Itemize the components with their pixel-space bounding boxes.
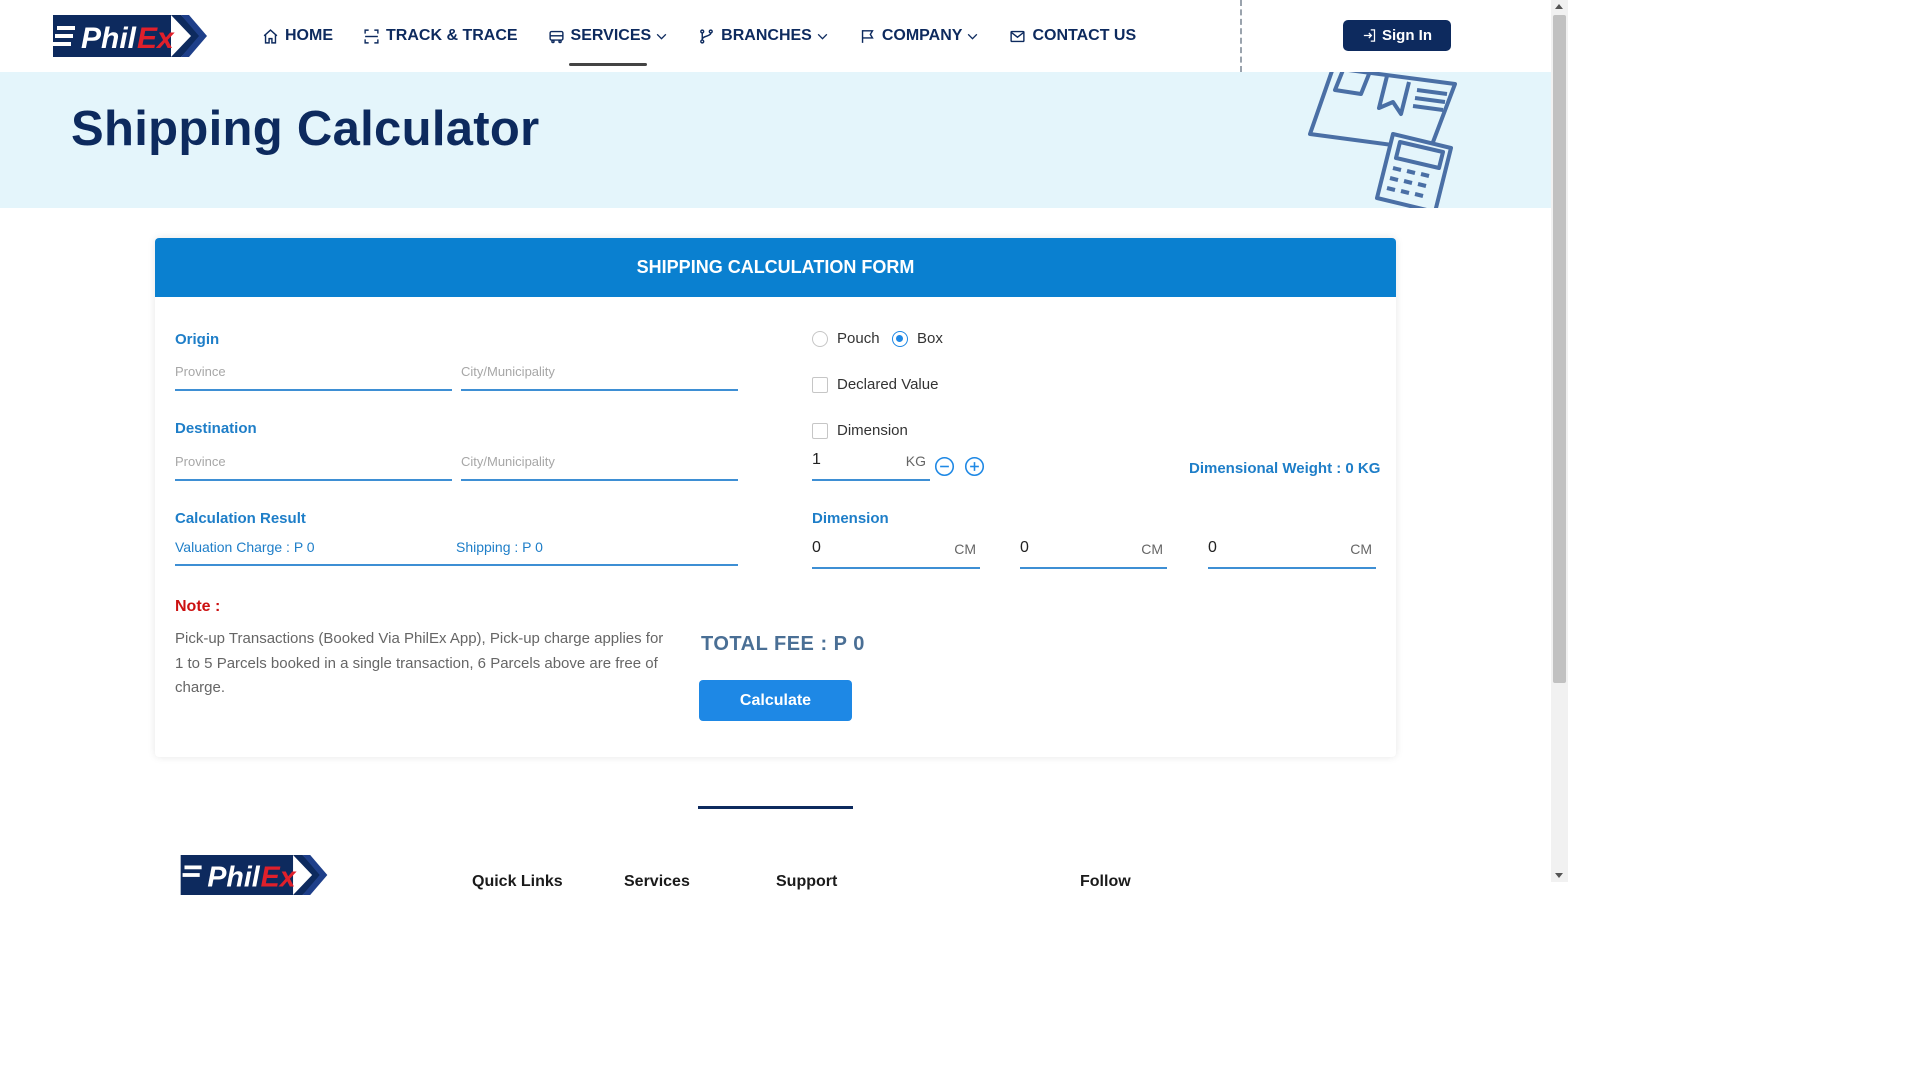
radio-indicator [812, 330, 828, 347]
note-title: Note : [175, 598, 221, 615]
dimension-unit: CM [1350, 541, 1372, 557]
destination-city-input[interactable]: City/Municipality [461, 451, 738, 481]
origin-province-input[interactable]: Province [175, 361, 452, 391]
weight-value: 1 [812, 451, 821, 468]
scan-icon [364, 28, 379, 44]
footer-col-quick-links: Quick Links [472, 873, 563, 890]
form-header: SHIPPING CALCULATION FORM [155, 238, 1396, 297]
dimension-unit: CM [954, 541, 976, 557]
checkbox-indicator [812, 376, 828, 393]
footer-col-follow: Follow [1080, 873, 1131, 890]
declared-value-checkbox[interactable]: Declared Value [812, 376, 938, 393]
nav-label: COMPANY [881, 27, 963, 44]
placeholder: City/Municipality [461, 364, 555, 379]
philex-logo[interactable]: Phil Ex [53, 15, 207, 57]
minus-icon[interactable] [934, 456, 955, 477]
nav-contact-us[interactable]: CONTACT US [1009, 27, 1136, 45]
branch-icon [700, 28, 714, 44]
mail-icon [1010, 30, 1026, 42]
box-radio[interactable]: Box [892, 330, 943, 347]
flag-icon [861, 29, 874, 43]
scroll-up-icon[interactable] [1555, 4, 1563, 9]
chevron-down-icon [817, 33, 828, 40]
nav-label: SERVICES [570, 27, 652, 44]
origin-label: Origin [175, 331, 220, 348]
dimension-length-input[interactable]: 0 CM [812, 536, 980, 569]
nav-label: BRANCHES [721, 27, 812, 44]
declared-value-label: Declared Value [837, 376, 939, 393]
dimensional-weight: Dimensional Weight : 0 KG [1189, 460, 1381, 477]
footer-col-support: Support [776, 873, 838, 890]
calculation-result-row: Valuation Charge : P 0 Shipping : P 0 [175, 536, 738, 566]
scroll-thumb[interactable] [1553, 15, 1566, 683]
dimension-toggle-label: Dimension [837, 422, 908, 439]
plus-icon[interactable] [964, 456, 985, 477]
destination-province-input[interactable]: Province [175, 451, 452, 481]
nav-label: CONTACT US [1032, 27, 1137, 44]
home-icon [263, 28, 278, 44]
chevron-down-icon [656, 33, 667, 40]
truck-icon [548, 30, 564, 43]
dimension-checkbox[interactable]: Dimension [812, 422, 908, 439]
main-nav: HOME TRACK & TRACE SERVICES BRANCHES COM… [262, 0, 1166, 72]
origin-city-input[interactable]: City/Municipality [461, 361, 738, 391]
dimension-label: Dimension [812, 510, 889, 527]
calculation-result-label: Calculation Result [175, 510, 306, 527]
svg-text:Ex: Ex [137, 22, 175, 55]
dimension-unit: CM [1141, 541, 1163, 557]
scroll-down-icon[interactable] [1555, 873, 1563, 878]
placeholder: City/Municipality [461, 454, 555, 469]
weight-unit: KG [905, 453, 926, 469]
nav-track-trace[interactable]: TRACK & TRACE [363, 27, 518, 45]
sign-in-button[interactable]: Sign In [1343, 20, 1451, 51]
nav-services[interactable]: SERVICES [548, 27, 669, 66]
chevron-down-icon [968, 33, 978, 40]
pouch-radio[interactable]: Pouch [812, 330, 880, 347]
valuation-charge: Valuation Charge : P 0 [175, 539, 315, 555]
svg-text:Phil: Phil [81, 22, 137, 55]
nav-branches[interactable]: BRANCHES [698, 27, 829, 45]
footer-philex-logo[interactable]: Phil Ex [178, 855, 330, 895]
dimension-value: 0 [1020, 539, 1029, 556]
page-scrollbar[interactable] [1551, 0, 1568, 882]
box-label: Box [917, 330, 943, 347]
shipping-charge: Shipping : P 0 [456, 539, 543, 555]
svg-text:Ex: Ex [261, 861, 297, 893]
nav-home[interactable]: HOME [262, 27, 333, 45]
total-fee: TOTAL FEE : P 0 [701, 633, 865, 655]
destination-label: Destination [175, 420, 257, 437]
note-text: Pick-up Transactions (Booked Via PhilEx … [175, 630, 664, 696]
footer-col-services: Services [624, 873, 690, 890]
checkbox-indicator [812, 422, 828, 439]
header-divider [1240, 0, 1242, 72]
calculate-button[interactable]: Calculate [699, 680, 852, 721]
site-header: Phil Ex HOME TRACK & TRACE SERVICES BRAN… [0, 0, 1551, 72]
dimension-value: 0 [1208, 539, 1217, 556]
dimension-value: 0 [812, 539, 821, 556]
dimension-width-input[interactable]: 0 CM [1020, 536, 1167, 569]
weight-input[interactable]: 1 KG [812, 448, 930, 481]
radio-indicator [892, 330, 908, 347]
dimension-height-input[interactable]: 0 CM [1208, 536, 1376, 569]
section-divider [698, 806, 853, 809]
shipping-calculation-form: SHIPPING CALCULATION FORM Origin Provinc… [155, 238, 1396, 757]
svg-text:Phil: Phil [207, 861, 260, 893]
sign-in-label: Sign In [1382, 27, 1432, 44]
page-banner: Shipping Calculator [0, 72, 1551, 208]
pouch-label: Pouch [837, 330, 880, 347]
login-icon [1363, 29, 1376, 42]
page-title: Shipping Calculator [71, 102, 540, 156]
nav-label: HOME [285, 27, 333, 44]
nav-company[interactable]: COMPANY [859, 27, 980, 45]
placeholder: Province [175, 364, 226, 379]
package-calculator-icon [1308, 72, 1457, 208]
placeholder: Province [175, 454, 226, 469]
nav-label: TRACK & TRACE [386, 27, 518, 44]
